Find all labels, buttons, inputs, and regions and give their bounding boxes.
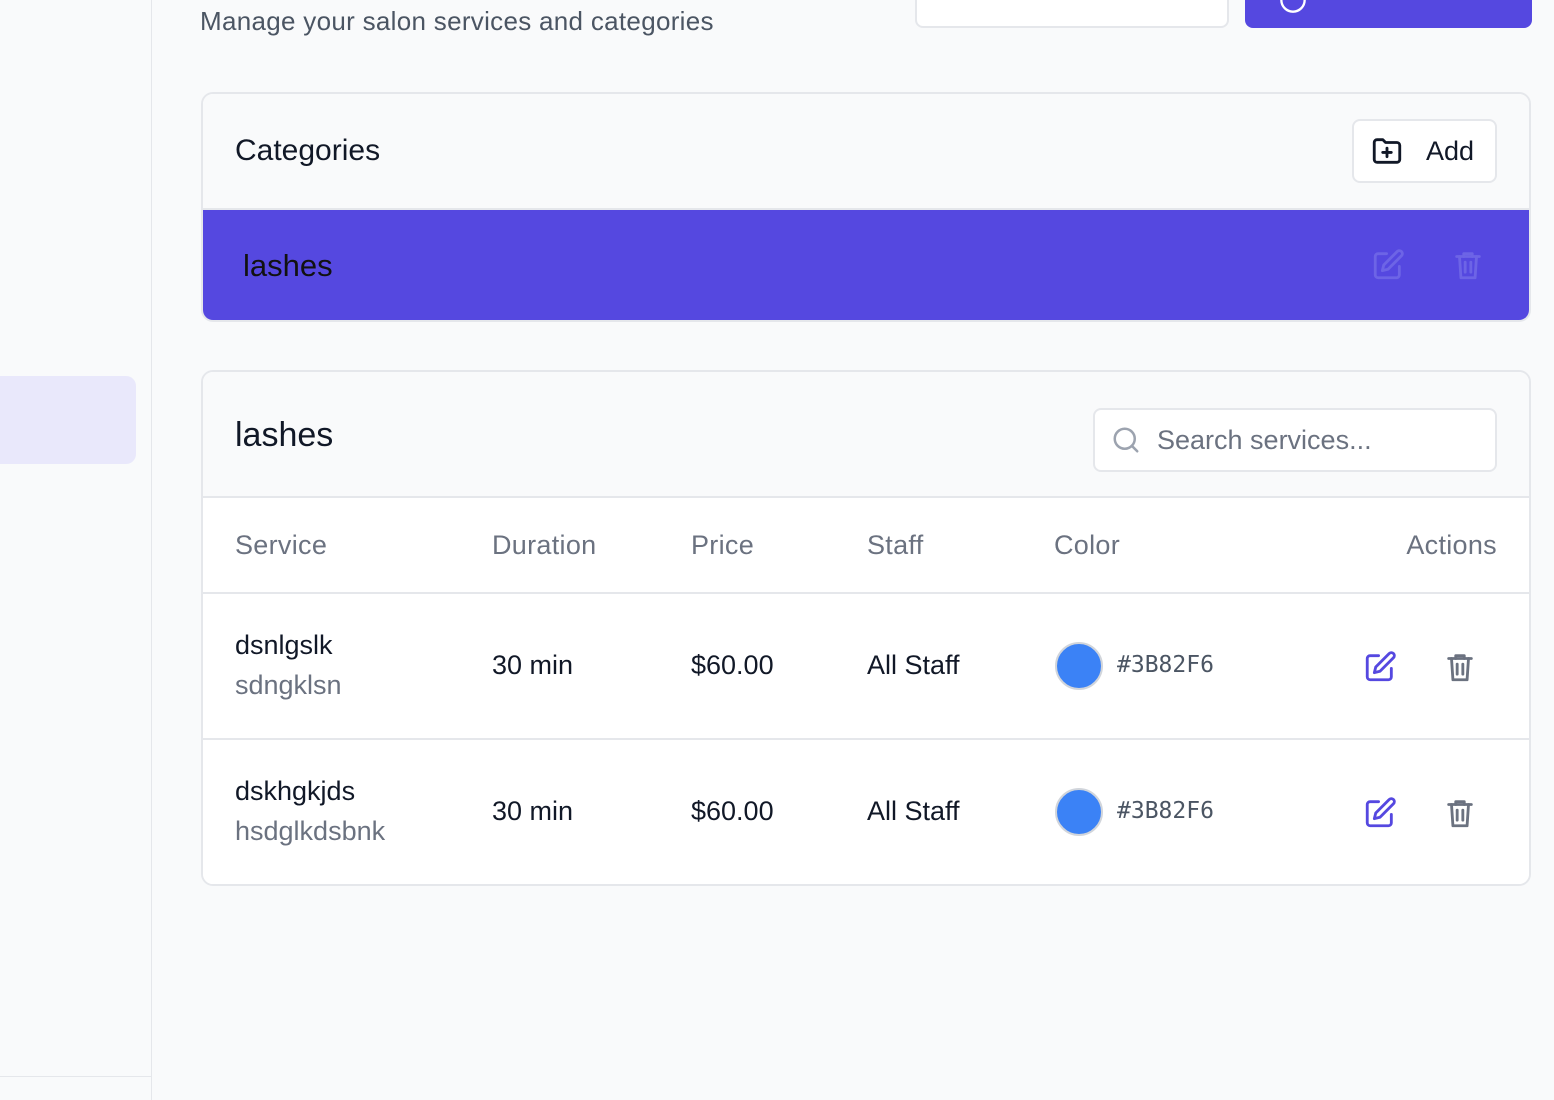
service-staff: All Staff bbox=[867, 650, 960, 680]
service-price: $60.00 bbox=[691, 796, 774, 826]
services-card: lashes Service Duration Price Staff Colo… bbox=[201, 370, 1531, 886]
column-header-color: Color bbox=[1054, 530, 1121, 560]
category-name: lashes bbox=[243, 248, 333, 283]
categories-header: Categories Add bbox=[203, 94, 1529, 210]
services-title: lashes bbox=[235, 416, 334, 454]
search-input[interactable] bbox=[1157, 418, 1477, 462]
categories-title: Categories bbox=[235, 134, 381, 167]
table-row: dsnlgslk sdngklsn 30 min $60.00 All Staf… bbox=[203, 594, 1529, 740]
column-header-service: Service bbox=[235, 530, 328, 560]
color-hex: #3B82F6 bbox=[1117, 798, 1214, 824]
sidebar-item-services[interactable] bbox=[0, 376, 136, 464]
add-category-button[interactable]: Add bbox=[1352, 119, 1497, 183]
column-header-price: Price bbox=[691, 530, 755, 560]
trash-icon[interactable] bbox=[1443, 650, 1477, 684]
service-price: $60.00 bbox=[691, 650, 774, 680]
categories-card: Categories Add lashes bbox=[201, 92, 1531, 322]
trash-icon[interactable] bbox=[1451, 248, 1485, 282]
sidebar-divider bbox=[0, 1076, 152, 1077]
search-box bbox=[1093, 408, 1497, 472]
page-subtitle: Manage your salon services and categorie… bbox=[200, 6, 714, 36]
trash-icon[interactable] bbox=[1443, 796, 1477, 830]
services-header: lashes bbox=[203, 372, 1529, 498]
table-row: dskhgkjds hsdglkdsbnk 30 min $60.00 All … bbox=[203, 740, 1529, 884]
column-header-duration: Duration bbox=[492, 530, 597, 560]
column-header-staff: Staff bbox=[867, 530, 924, 560]
color-swatch bbox=[1055, 788, 1103, 836]
edit-icon[interactable] bbox=[1363, 650, 1397, 684]
column-header-actions: Actions bbox=[1406, 530, 1497, 560]
add-button-label: Add bbox=[1426, 135, 1475, 166]
sidebar bbox=[0, 0, 152, 1100]
service-name: dsnlgslk bbox=[235, 630, 333, 660]
edit-icon[interactable] bbox=[1371, 248, 1405, 282]
folder-plus-icon bbox=[1372, 138, 1402, 164]
service-staff: All Staff bbox=[867, 796, 960, 826]
service-description: sdngklsn bbox=[235, 670, 342, 700]
service-name: dskhgkjds bbox=[235, 776, 356, 806]
table-header: Service Duration Price Staff Color Actio… bbox=[203, 498, 1529, 594]
plus-circle-icon bbox=[1280, 0, 1306, 13]
service-duration: 30 min bbox=[492, 796, 574, 826]
add-service-button[interactable] bbox=[1245, 0, 1532, 28]
edit-icon[interactable] bbox=[1363, 796, 1397, 830]
service-description: hsdglkdsbnk bbox=[235, 816, 386, 846]
add-category-button[interactable] bbox=[915, 0, 1229, 28]
search-icon bbox=[1113, 427, 1139, 453]
service-duration: 30 min bbox=[492, 650, 574, 680]
color-hex: #3B82F6 bbox=[1117, 652, 1214, 678]
color-swatch bbox=[1055, 642, 1103, 690]
category-item-lashes[interactable]: lashes bbox=[203, 210, 1529, 320]
